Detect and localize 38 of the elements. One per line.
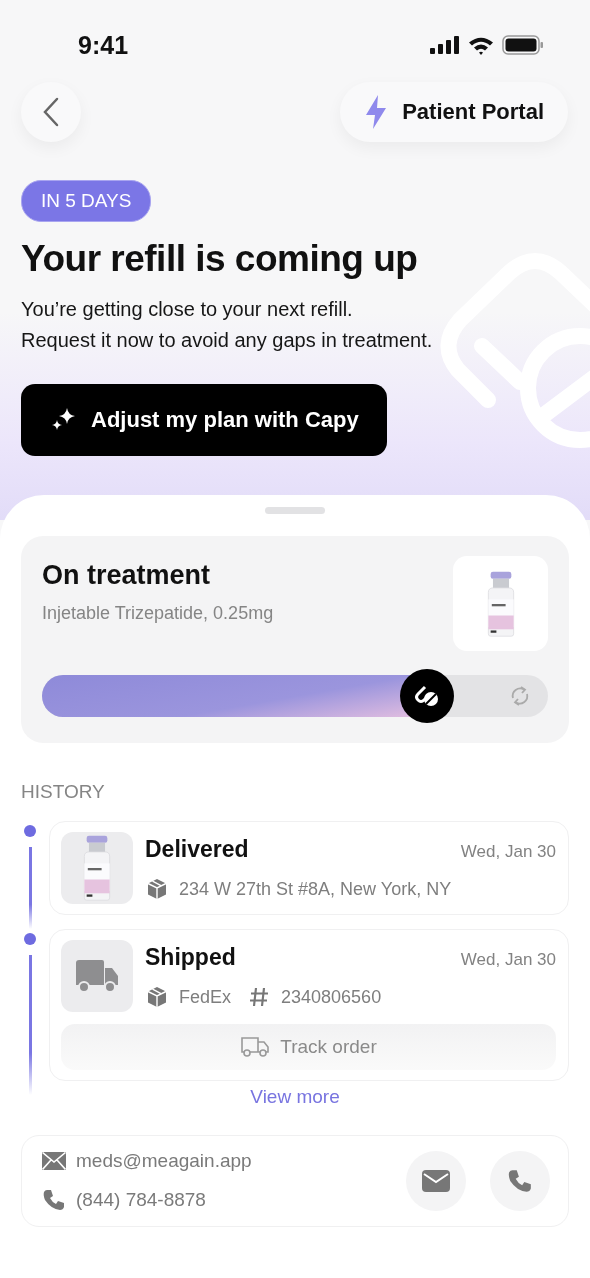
lightning-icon [364,95,389,129]
timeline-dot [24,933,36,945]
detail-text: 234 W 27th St #8A, New York, NY [179,878,452,900]
date-text: Wed, Jan 30 [460,842,556,862]
status-title: Shipped [145,944,236,971]
mail-icon [42,1152,66,1170]
email-text: meds@meagain.app [76,1150,252,1172]
sheet-handle[interactable] [265,507,325,514]
refill-title: Your refill is coming up [21,238,419,280]
truck-icon [240,1036,271,1058]
history-heading: HISTORY [21,781,106,803]
phone-icon [507,1168,533,1194]
description-text: Request it now to avoid any gaps in treatment. [21,329,434,352]
detail-text: FedEx [179,986,232,1008]
adjust-plan-button[interactable]: Adjust my plan with Capy [21,384,387,456]
status-time: 9:41 [78,30,129,60]
mail-icon [422,1170,450,1192]
battery-icon [502,35,544,55]
medication-text: Injetable Trizepatide, 0.25mg [42,603,274,624]
patient-portal-button[interactable]: Patient Portal [340,82,568,142]
date-text: Wed, Jan 30 [460,950,556,970]
slider-thumb[interactable] [399,669,454,723]
package-icon [145,877,169,901]
description-text: You’re getting close to your next refill. [21,298,354,321]
treatment-title: On treatment [42,560,212,591]
back-icon [42,97,60,127]
countdown-badge: IN 5 DAYS [21,180,152,222]
view-more-link[interactable]: View more [244,1085,346,1109]
signal-icon [430,36,460,54]
status-title: Delivered [145,836,249,863]
phone-icon [42,1188,66,1212]
truck-icon [74,959,120,993]
wifi-icon [468,35,494,55]
phone-text: (844) 784-8878 [76,1189,206,1211]
timeline-dot [24,825,36,837]
package-icon [145,985,169,1009]
pill-icon [413,684,440,708]
detail-text: 2340806560 [281,986,382,1008]
